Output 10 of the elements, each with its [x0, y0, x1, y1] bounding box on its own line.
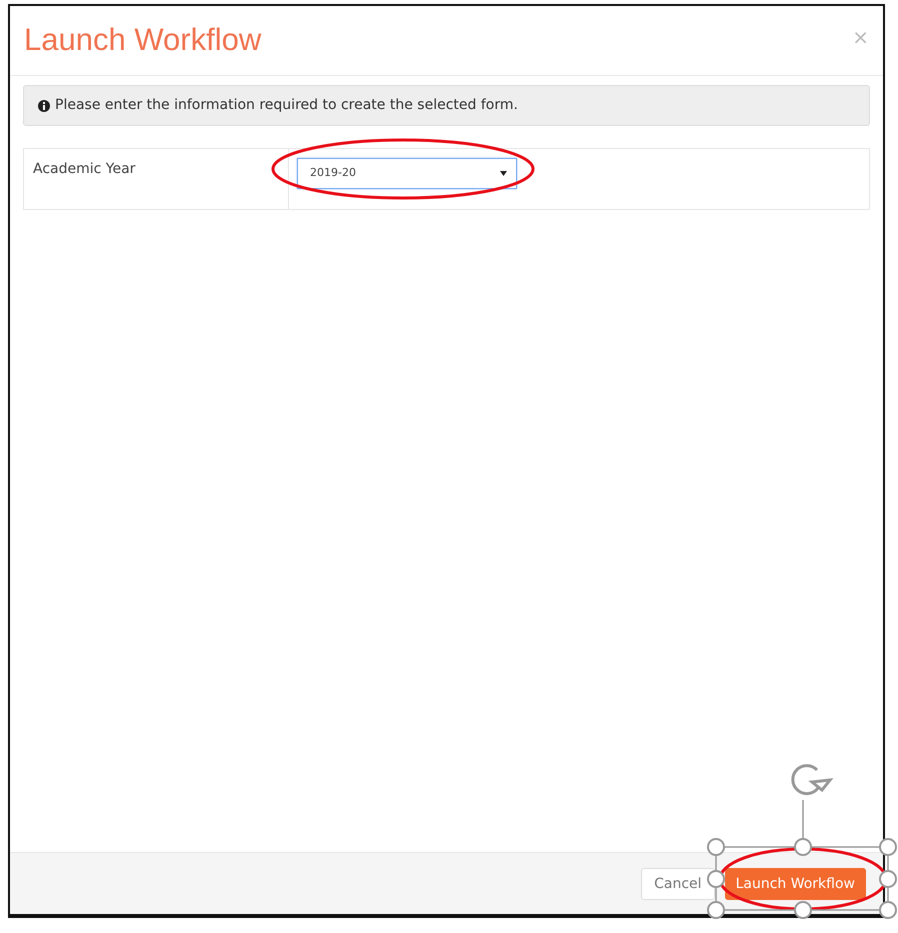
launch-button[interactable]: Launch Workflow	[724, 868, 866, 900]
caret-icon	[500, 171, 507, 176]
selection-handles-drawing[interactable]	[707, 800, 897, 919]
field-label: Academic Year	[33, 161, 136, 177]
rotate-icon[interactable]	[791, 764, 834, 796]
info-text: Please enter the information required to create the selected form.	[55, 96, 518, 115]
cancel-button[interactable]: Cancel	[641, 868, 715, 900]
select-field[interactable]: 2019-20	[297, 158, 517, 189]
dialog-title: Launch Workflow	[24, 21, 262, 60]
info-icon	[38, 100, 50, 112]
